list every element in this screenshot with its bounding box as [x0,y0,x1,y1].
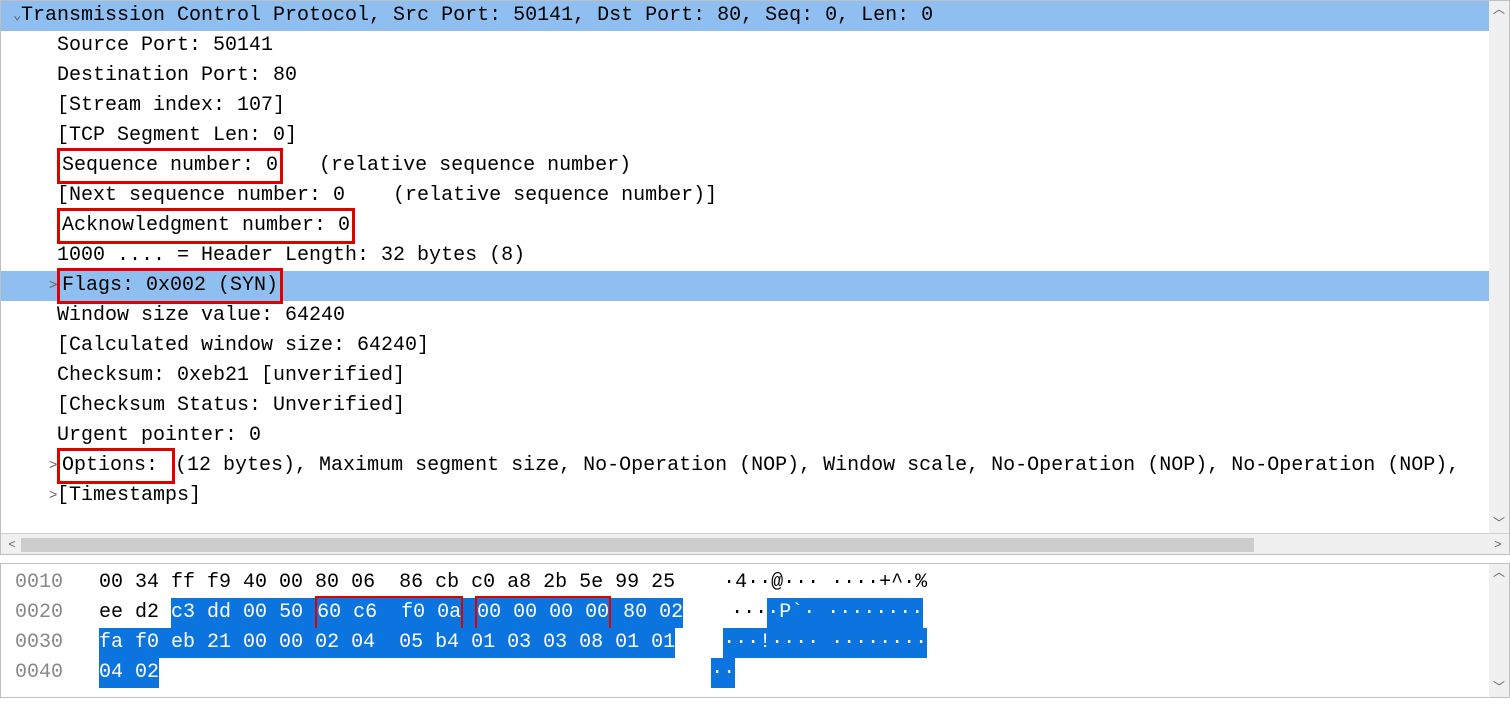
hex-ascii-pre [159,658,711,688]
next-sequence-row[interactable]: [Next sequence number: 0 (relative seque… [1,181,1509,211]
destination-port-text: Destination Port: 80 [57,61,297,91]
tree-indent [37,66,57,87]
destination-port-row[interactable]: Destination Port: 80 [1,61,1509,91]
flags-highlight: Flags: 0x002 (SYN) [57,268,283,304]
tree-indent [37,216,57,237]
checksum-status-text: [Checksum Status: Unverified] [57,391,405,421]
chevron-right-icon[interactable]: > [37,486,57,507]
chevron-right-icon[interactable]: > [37,276,57,297]
scroll-up-icon[interactable]: ︿ [1490,1,1508,19]
ack-number-highlight: Acknowledgment number: 0 [57,208,355,244]
tree-indent [37,186,57,207]
hex-selected: 80 02 [611,598,683,628]
hex-dump-pane: 0010 00 34 ff f9 40 00 80 06 86 cb c0 a8… [0,563,1510,698]
scroll-track[interactable] [21,538,1489,552]
sequence-number-text: Sequence number: 0 [62,154,278,177]
hex-ascii: ·4··@··· ····+^·% [675,568,927,598]
sequence-number-highlight: Sequence number: 0 [57,148,283,184]
hex-pre [63,658,99,688]
hex-ascii-pre [675,628,723,658]
header-length-row[interactable]: 1000 .... = Header Length: 32 bytes (8) [1,241,1509,271]
next-sequence-text: [Next sequence number: 0 (relative seque… [57,181,717,211]
flags-text: Flags: 0x002 (SYN) [62,274,278,297]
sequence-number-tail: (relative sequence number) [283,151,631,181]
timestamps-row[interactable]: > [Timestamps] [1,481,1509,511]
checksum-text: Checksum: 0xeb21 [unverified] [57,361,405,391]
sequence-number-row[interactable]: Sequence number: 0 (relative sequence nu… [1,151,1509,181]
hex-pre: ee d2 [63,598,171,628]
hex-pre [63,628,99,658]
hex-gap [463,598,475,628]
scroll-down-icon[interactable]: ﹀ [1490,679,1508,697]
tree-indent [37,96,57,117]
hex-offset: 0040 [15,658,63,688]
tree-indent [37,246,57,267]
tree-indent [37,336,57,357]
packet-details-pane: ⌄ Transmission Control Protocol, Src Por… [0,0,1510,555]
segment-len-text: [TCP Segment Len: 0] [57,121,297,151]
tree-indent [37,426,57,447]
hex-offset: 0010 [15,568,63,598]
scroll-thumb[interactable] [21,538,1254,552]
source-port-text: Source Port: 50141 [57,31,273,61]
hex-selected: 04 02 [99,658,159,688]
hex-area[interactable]: 0010 00 34 ff f9 40 00 80 06 86 cb c0 a8… [1,564,1489,688]
options-highlight: Options: [57,448,175,484]
urgent-pointer-row[interactable]: Urgent pointer: 0 [1,421,1509,451]
scroll-down-icon[interactable]: ﹀ [1490,515,1508,533]
window-size-row[interactable]: Window size value: 64240 [1,301,1509,331]
urgent-pointer-text: Urgent pointer: 0 [57,421,261,451]
window-size-text: Window size value: 64240 [57,301,345,331]
hex-row-0040[interactable]: 0040 04 02 ·· [15,658,1489,688]
tree-indent [37,36,57,57]
hex-row-0020[interactable]: 0020 ee d2 c3 dd 00 50 60 c6 f0 0a 00 00… [15,598,1489,628]
vertical-scrollbar[interactable]: ︿ ﹀ [1489,1,1509,533]
ack-number-text: Acknowledgment number: 0 [62,214,350,237]
calculated-window-row[interactable]: [Calculated window size: 64240] [1,331,1509,361]
stream-index-row[interactable]: [Stream index: 107] [1,91,1509,121]
hex-ascii-sel: ···!···· ········ [723,628,927,658]
horizontal-scrollbar[interactable]: < > [1,533,1509,555]
timestamps-text: [Timestamps] [57,481,201,511]
options-tail: (12 bytes), Maximum segment size, No-Ope… [175,451,1459,481]
segment-len-row[interactable]: [TCP Segment Len: 0] [1,121,1509,151]
hex-selected: fa f0 eb 21 00 00 02 04 05 b4 01 03 03 0… [99,628,675,658]
scroll-right-icon[interactable]: > [1489,536,1507,554]
vertical-scrollbar[interactable]: ︿ ﹀ [1489,564,1509,697]
hex-selected: c3 dd 00 50 [171,598,315,628]
hex-bytes: 00 34 ff f9 40 00 80 06 86 cb c0 a8 2b 5… [63,568,675,598]
hex-ack-highlight: 00 00 00 00 [475,596,611,630]
hex-row-0030[interactable]: 0030 fa f0 eb 21 00 00 02 04 05 b4 01 03… [15,628,1489,658]
hex-offset: 0020 [15,598,63,628]
tcp-header-text: Transmission Control Protocol, Src Port:… [21,1,933,31]
options-label: Options: [62,454,170,477]
checksum-row[interactable]: Checksum: 0xeb21 [unverified] [1,361,1509,391]
chevron-right-icon[interactable]: > [37,456,57,477]
tree-indent [37,396,57,417]
tree-indent [37,366,57,387]
hex-ascii-sel: ·· [711,658,735,688]
tree-indent [37,306,57,327]
chevron-down-icon[interactable]: ⌄ [1,6,21,27]
ack-number-row[interactable]: Acknowledgment number: 0 [1,211,1509,241]
source-port-row[interactable]: Source Port: 50141 [1,31,1509,61]
options-row[interactable]: > Options: (12 bytes), Maximum segment s… [1,451,1509,481]
hex-ascii-pre: ··· [683,598,767,628]
hex-seq-highlight: 60 c6 f0 0a [315,596,463,630]
checksum-status-row[interactable]: [Checksum Status: Unverified] [1,391,1509,421]
scroll-up-icon[interactable]: ︿ [1490,564,1508,582]
stream-index-text: [Stream index: 107] [57,91,285,121]
tree-area[interactable]: ⌄ Transmission Control Protocol, Src Por… [1,1,1509,533]
header-length-text: 1000 .... = Header Length: 32 bytes (8) [57,241,525,271]
flags-row[interactable]: > Flags: 0x002 (SYN) [1,271,1509,301]
hex-offset: 0030 [15,628,63,658]
hex-ascii-sel: ·P`· ········ [767,598,923,628]
hex-row-0010[interactable]: 0010 00 34 ff f9 40 00 80 06 86 cb c0 a8… [15,568,1489,598]
tcp-header-row[interactable]: ⌄ Transmission Control Protocol, Src Por… [1,1,1509,31]
tree-indent [37,156,57,177]
calculated-window-text: [Calculated window size: 64240] [57,331,429,361]
tree-indent [37,126,57,147]
scroll-left-icon[interactable]: < [3,536,21,554]
